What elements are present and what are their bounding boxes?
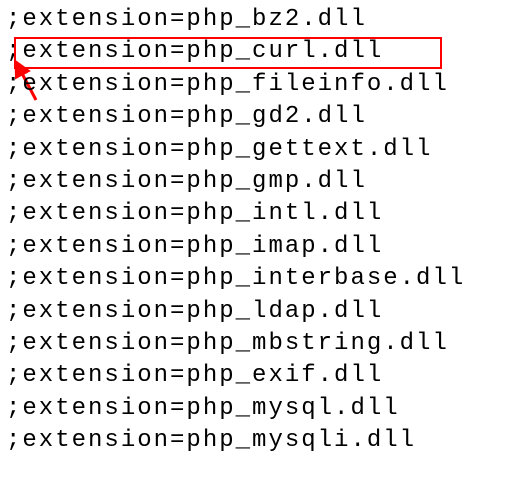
config-text-block: ;extension=php_bz2.dll ;extension=php_cur… [0,4,529,457]
config-line-text: ;extension=php_mbstring.dll [6,330,449,357]
config-line: ;extension=php_bz2.dll [0,4,529,36]
config-line-text: ;extension=php_intl.dll [6,200,383,227]
config-line-text: ;extension=php_bz2.dll [6,6,367,33]
config-line-text: ;extension=php_gettext.dll [6,136,432,163]
config-line-text: ;extension=php_gmp.dll [6,168,367,195]
config-line: ;extension=php_curl.dll [0,36,529,68]
config-line: ;extension=php_mysqli.dll [0,425,529,457]
config-line-text: ;extension=php_ldap.dll [6,298,383,325]
config-line-text: ;extension=php_imap.dll [6,233,383,260]
config-line: ;extension=php_interbase.dll [0,263,529,295]
config-line: ;extension=php_mysql.dll [0,393,529,425]
config-line-text: ;extension=php_mysqli.dll [6,427,416,454]
config-line-text: ;extension=php_mysql.dll [6,395,400,422]
config-line: ;extension=php_imap.dll [0,231,529,263]
config-line: ;extension=php_exif.dll [0,360,529,392]
config-line-text: ;extension=php_interbase.dll [6,265,465,292]
config-line: ;extension=php_mbstring.dll [0,328,529,360]
config-line: ;extension=php_gd2.dll [0,101,529,133]
config-line-text: ;extension=php_curl.dll [6,38,383,65]
config-line-text: ;extension=php_fileinfo.dll [6,71,449,98]
config-line: ;extension=php_gmp.dll [0,166,529,198]
config-line-text: ;extension=php_gd2.dll [6,103,367,130]
config-line: ;extension=php_ldap.dll [0,296,529,328]
config-line-text: ;extension=php_exif.dll [6,362,383,389]
config-line: ;extension=php_gettext.dll [0,134,529,166]
config-line: ;extension=php_fileinfo.dll [0,69,529,101]
config-line: ;extension=php_intl.dll [0,198,529,230]
